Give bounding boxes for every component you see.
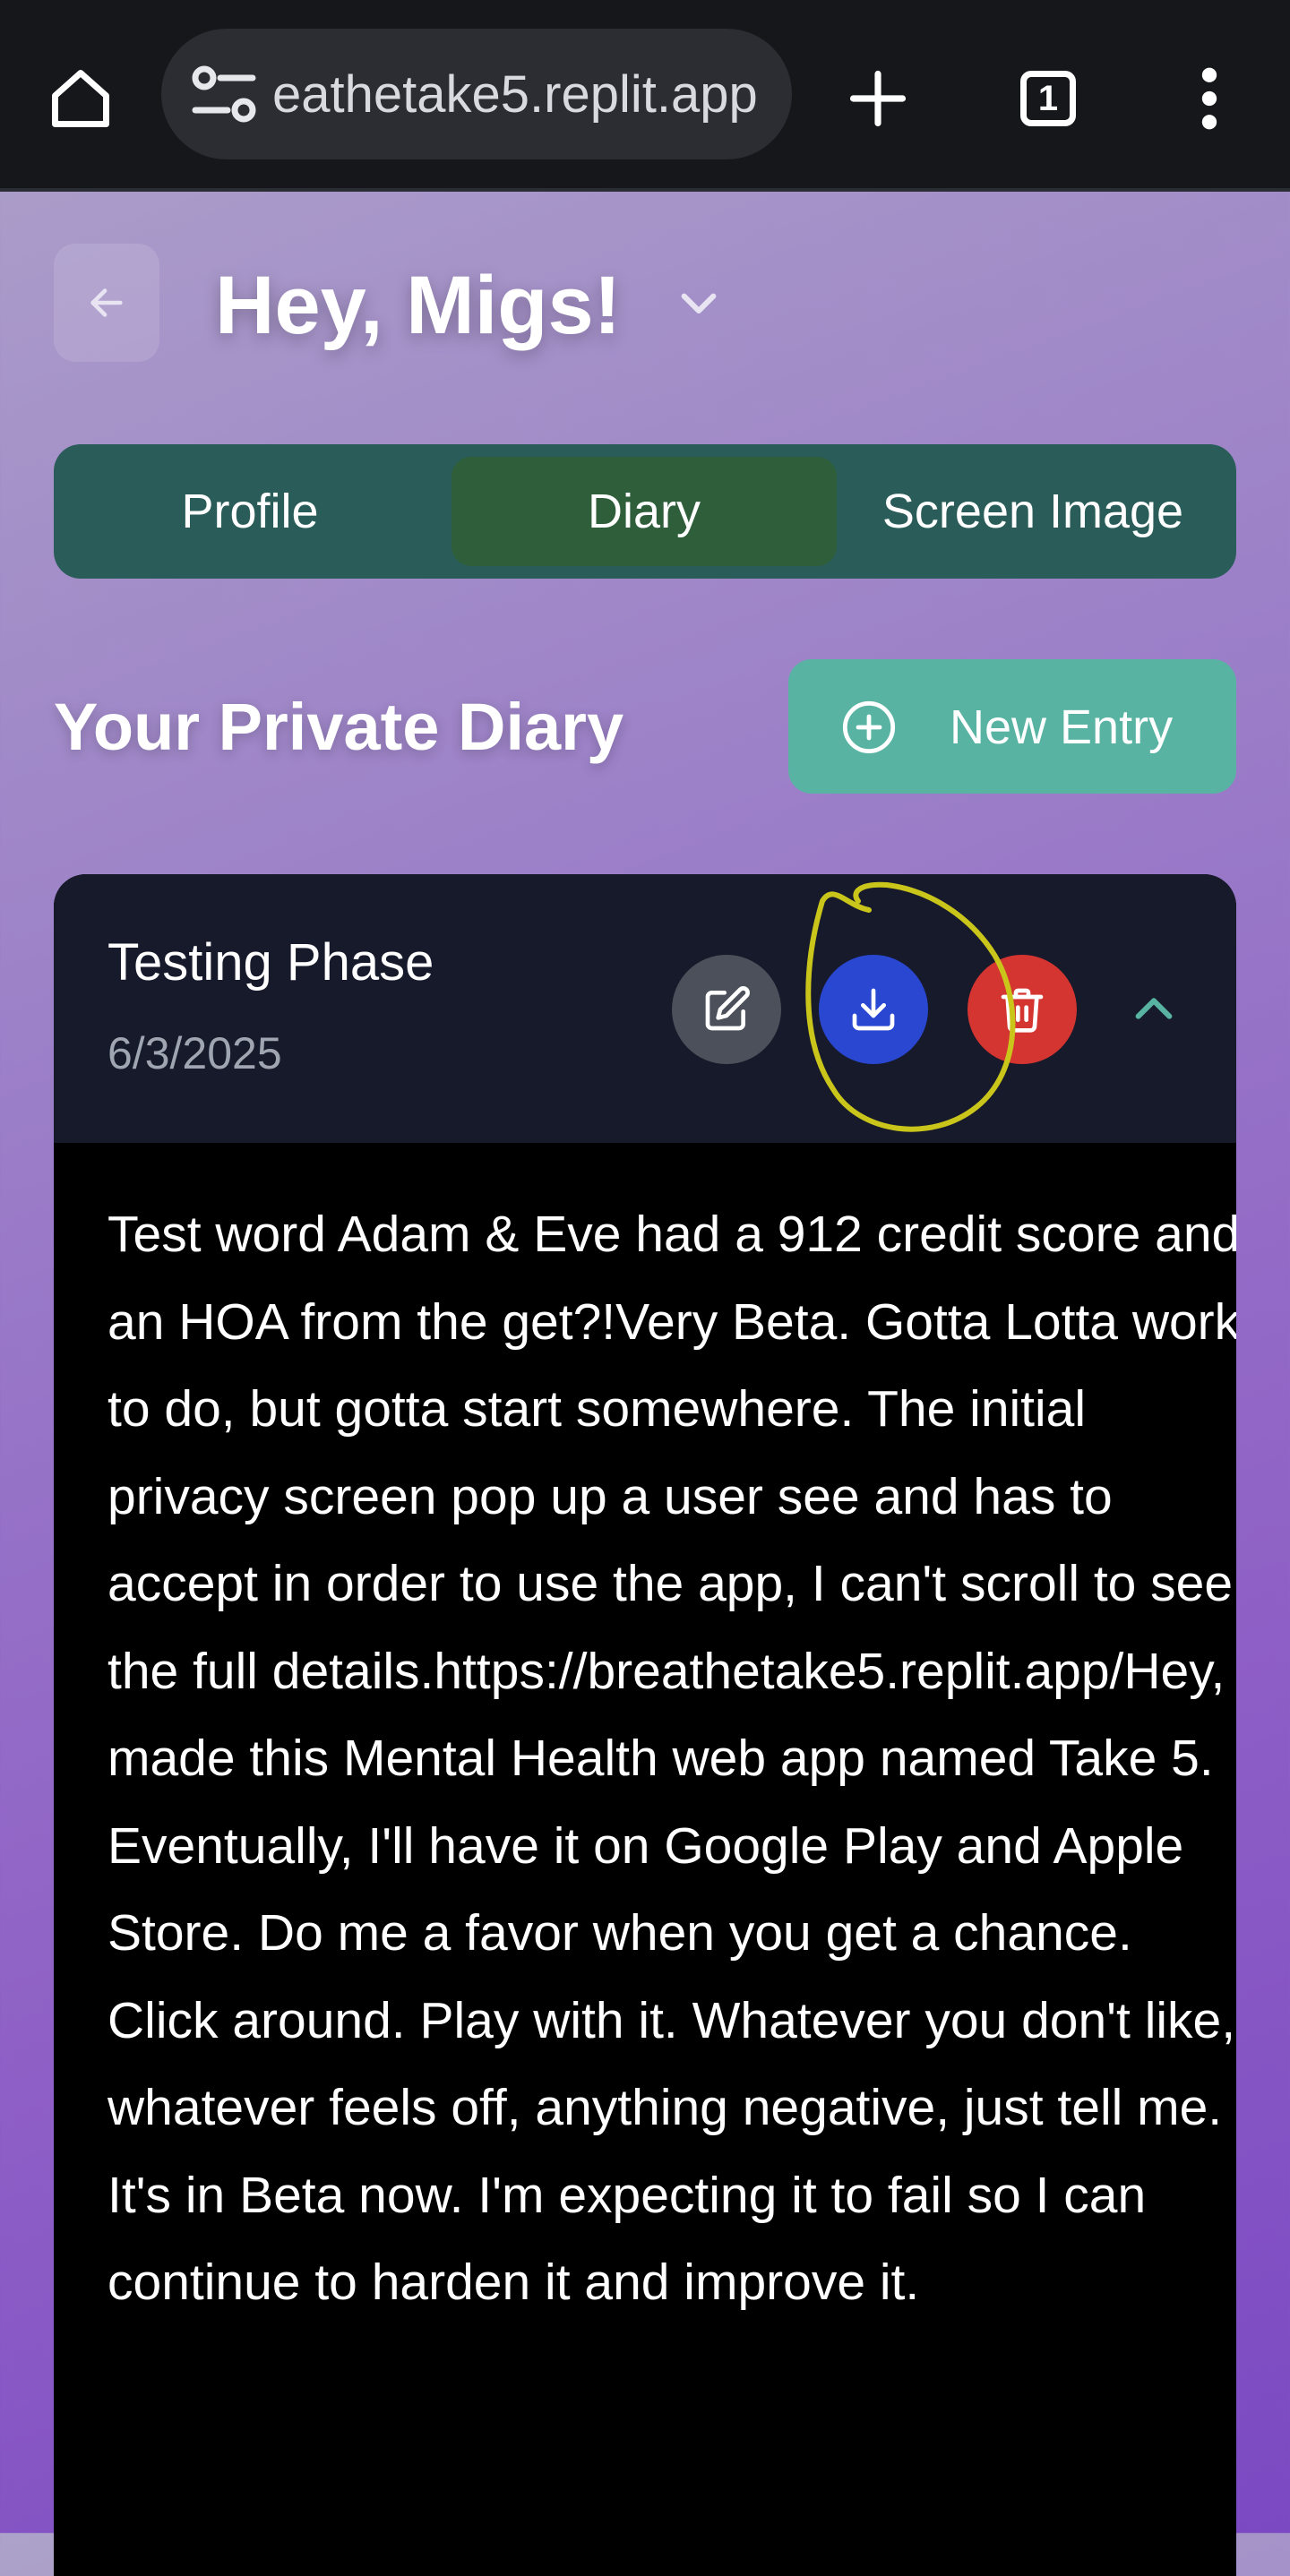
browser-menu-button[interactable] — [1165, 54, 1254, 143]
home-icon — [52, 70, 109, 127]
page-title: Your Private Diary — [54, 690, 624, 764]
download-icon — [852, 988, 895, 1031]
url-text: eathetake5.replit.app — [272, 66, 758, 124]
trash-icon — [1001, 988, 1044, 1033]
entry-title: Testing Phase — [108, 933, 434, 992]
chevron-up-icon — [1135, 998, 1173, 1019]
download-button[interactable] — [819, 955, 928, 1064]
browser-toolbar: eathetake5.replit.app 1 — [0, 0, 1290, 192]
plus-circle-icon — [842, 700, 896, 754]
tab-diary[interactable]: Diary — [452, 457, 837, 566]
entry-body-container: Test word Adam & Eve had a 912 credit sc… — [54, 1143, 1236, 2576]
arrow-left-icon — [90, 288, 123, 317]
new-entry-label: New Entry — [950, 700, 1174, 754]
site-settings-icon[interactable] — [188, 61, 260, 127]
edit-button[interactable] — [672, 955, 781, 1064]
new-entry-button[interactable]: New Entry — [788, 659, 1236, 794]
greeting-title[interactable]: Hey, Migs! — [215, 256, 621, 355]
tabs-icon: 1 — [1020, 71, 1076, 126]
home-button[interactable] — [36, 54, 125, 143]
tab-profile[interactable]: Profile — [66, 457, 434, 566]
tab-switcher-button[interactable]: 1 — [1003, 54, 1093, 143]
more-vert-icon — [1201, 67, 1217, 130]
collapse-button[interactable] — [1109, 964, 1199, 1053]
back-button[interactable] — [54, 244, 159, 362]
diary-entry-card: Testing Phase 6/3/2025 Test word Adam & … — [54, 874, 1236, 2576]
entry-body-text: Test word Adam & Eve had a 912 credit sc… — [108, 1206, 1236, 2311]
entry-date: 6/3/2025 — [108, 1028, 282, 1078]
plus-icon — [849, 70, 907, 127]
new-tab-button[interactable] — [833, 54, 923, 143]
entry-header[interactable]: Testing Phase 6/3/2025 — [54, 874, 1236, 1143]
chevron-down-icon[interactable] — [674, 283, 724, 326]
delete-button[interactable] — [968, 955, 1077, 1064]
tab-count: 1 — [1037, 78, 1059, 118]
edit-icon — [705, 986, 750, 1031]
main-tabs: Profile Diary Screen Image — [54, 444, 1236, 579]
tab-screen-image[interactable]: Screen Image — [842, 457, 1224, 566]
address-bar[interactable]: eathetake5.replit.app — [161, 29, 792, 159]
